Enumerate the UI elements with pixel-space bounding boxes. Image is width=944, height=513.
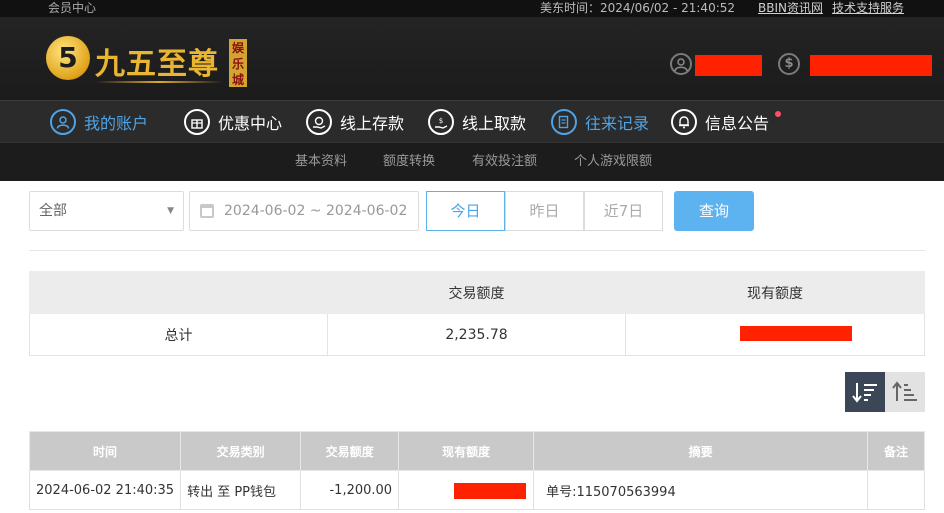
chevron-down-icon: ▼ xyxy=(167,206,174,216)
row-time: 2024-06-02 21:40:35 xyxy=(28,470,182,510)
bell-icon xyxy=(671,109,697,135)
nav-online-withdraw[interactable]: $ 线上取款 xyxy=(428,101,526,143)
transaction-type-select[interactable]: 全部 ▼ xyxy=(29,191,184,231)
member-center-link[interactable]: 会员中心 xyxy=(48,0,96,16)
summary-header-row: 交易额度 现有额度 xyxy=(29,271,925,314)
sort-ascending-button[interactable] xyxy=(885,372,925,412)
subnav-game-limits[interactable]: 个人游戏限额 xyxy=(574,143,652,181)
tech-support-link[interactable]: 技术支持服务 xyxy=(832,0,904,16)
calendar-icon xyxy=(200,204,214,218)
sub-nav: 基本资料 额度转换 有效投注额 个人游戏限额 xyxy=(0,142,944,181)
logo-badge: 娱乐城 xyxy=(229,39,247,87)
col-type: 交易类别 xyxy=(180,431,302,471)
svg-text:$: $ xyxy=(439,117,443,125)
logo-underline xyxy=(95,81,223,83)
subnav-basic-info[interactable]: 基本资料 xyxy=(295,143,347,181)
row-type: 转出 至 PP钱包 xyxy=(180,470,302,510)
nav-announcements[interactable]: 信息公告 xyxy=(671,101,769,143)
summary-total-amount: 2,235.78 xyxy=(327,313,626,356)
eastern-time-clock: 美东时间：2024/06/02 - 21:40:52 xyxy=(540,1,736,15)
summary-header-balance: 现有额度 xyxy=(625,271,925,314)
summary-header-blank xyxy=(29,271,328,314)
col-time: 时间 xyxy=(28,431,182,471)
nav-label: 线上存款 xyxy=(340,114,405,133)
nav-my-account[interactable]: 我的账户 xyxy=(50,101,148,143)
subnav-valid-bets[interactable]: 有效投注额 xyxy=(472,143,537,181)
top-bar: 会员中心 美东时间：2024/06/02 - 21:40:52 BBIN资讯网 … xyxy=(0,0,944,17)
row-note xyxy=(867,470,925,510)
logo-mark[interactable]: 5 xyxy=(46,36,90,80)
section-divider xyxy=(29,250,925,251)
record-icon xyxy=(551,109,577,135)
bbin-news-link[interactable]: BBIN资讯网 xyxy=(758,0,823,16)
summary-total-row: 总计 2,235.78 xyxy=(29,313,925,356)
logo-text[interactable]: 九五至尊 xyxy=(95,39,219,83)
user-circle-icon xyxy=(670,53,692,75)
records-header-row: 时间 交易类别 交易额度 现有额度 摘要 备注 xyxy=(28,431,925,471)
nav-label: 线上取款 xyxy=(462,114,527,133)
summary-header-amount: 交易额度 xyxy=(327,271,626,314)
summary-balance-cell xyxy=(625,313,925,356)
nav-label: 我的账户 xyxy=(84,114,149,133)
summary-table: 交易额度 现有额度 总计 2,235.78 xyxy=(29,271,925,356)
sort-descending-button[interactable] xyxy=(845,372,885,412)
nav-promotions[interactable]: 优惠中心 xyxy=(184,101,282,143)
col-summary: 摘要 xyxy=(533,431,869,471)
dollar-circle-icon: $ xyxy=(778,53,800,75)
nav-label: 往来记录 xyxy=(585,114,650,133)
site-header: 5 九五至尊 娱乐城 $ xyxy=(0,17,944,100)
col-amount: 交易额度 xyxy=(300,431,400,471)
sort-asc-icon xyxy=(892,381,917,401)
table-row: 2024-06-02 21:40:35 转出 至 PP钱包 -1,200.00 … xyxy=(28,470,925,510)
quick-7days-button[interactable]: 近7日 xyxy=(584,191,663,231)
row-amount: -1,200.00 xyxy=(300,470,400,510)
user-icon xyxy=(50,109,76,135)
username-redacted xyxy=(695,55,762,76)
records-table: 时间 交易类别 交易额度 现有额度 摘要 备注 2024-06-02 21:40… xyxy=(28,431,925,510)
notification-dot xyxy=(775,111,781,117)
gift-icon xyxy=(184,109,210,135)
nav-label: 信息公告 xyxy=(705,114,770,133)
nav-label: 优惠中心 xyxy=(218,114,283,133)
row-balance-redacted xyxy=(454,483,527,499)
subnav-balance-transfer[interactable]: 额度转换 xyxy=(383,143,435,181)
quick-yesterday-button[interactable]: 昨日 xyxy=(505,191,584,231)
sort-desc-icon xyxy=(852,383,877,403)
col-balance: 现有额度 xyxy=(398,431,535,471)
summary-balance-redacted xyxy=(740,326,852,341)
query-button[interactable]: 查询 xyxy=(674,191,754,231)
nav-transaction-records[interactable]: 往来记录 xyxy=(551,101,649,143)
quick-today-button[interactable]: 今日 xyxy=(426,191,505,231)
date-range-input[interactable]: 2024-06-02 ~ 2024-06-02 xyxy=(189,191,419,231)
nav-online-deposit[interactable]: 线上存款 xyxy=(306,101,404,143)
transaction-type-value: 全部 xyxy=(39,203,67,219)
row-summary: 单号:115070563994 xyxy=(533,470,869,510)
summary-total-label: 总计 xyxy=(29,313,328,356)
withdraw-icon: $ xyxy=(428,109,454,135)
logo-badge-text: 娱乐城 xyxy=(232,41,245,87)
balance-redacted xyxy=(810,55,932,76)
col-note: 备注 xyxy=(867,431,925,471)
main-nav: 我的账户 优惠中心 线上存款 $ 线上取款 往来记录 信息公告 xyxy=(0,100,944,142)
row-balance-cell xyxy=(398,470,535,510)
date-range-value: 2024-06-02 ~ 2024-06-02 xyxy=(224,203,408,219)
deposit-icon xyxy=(306,109,332,135)
